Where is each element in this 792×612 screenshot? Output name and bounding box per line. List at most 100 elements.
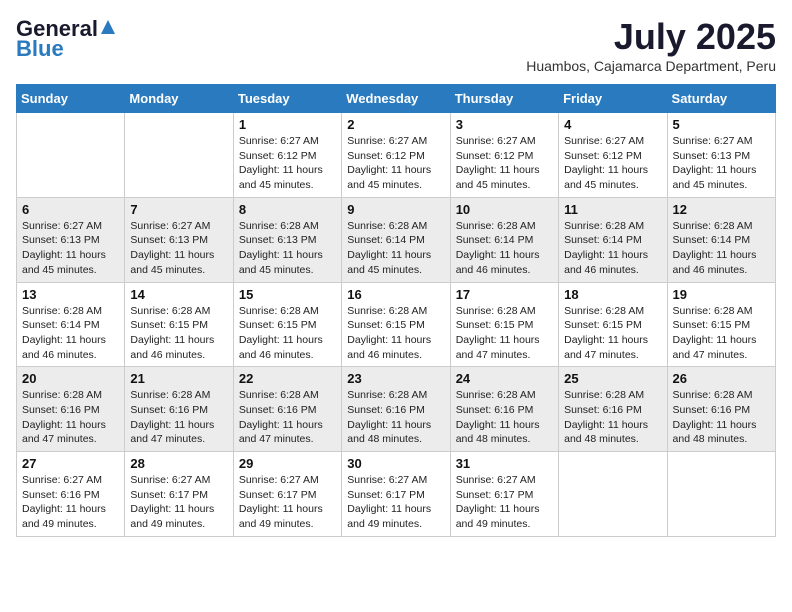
day-number: 12 [673, 202, 770, 217]
table-row [559, 452, 667, 537]
table-row: 9 Sunrise: 6:28 AM Sunset: 6:14 PM Daylig… [342, 197, 450, 282]
title-area: July 2025 Huambos, Cajamarca Department,… [526, 16, 776, 74]
day-info: Sunrise: 6:27 AM Sunset: 6:13 PM Dayligh… [673, 134, 770, 193]
col-monday: Monday [125, 85, 233, 113]
day-info: Sunrise: 6:27 AM Sunset: 6:13 PM Dayligh… [22, 219, 119, 278]
day-number: 3 [456, 117, 553, 132]
day-info: Sunrise: 6:27 AM Sunset: 6:13 PM Dayligh… [130, 219, 227, 278]
table-row: 24 Sunrise: 6:28 AM Sunset: 6:16 PM Dayli… [450, 367, 558, 452]
day-number: 13 [22, 287, 119, 302]
col-saturday: Saturday [667, 85, 775, 113]
table-row: 30 Sunrise: 6:27 AM Sunset: 6:17 PM Dayli… [342, 452, 450, 537]
table-row: 5 Sunrise: 6:27 AM Sunset: 6:13 PM Daylig… [667, 113, 775, 198]
day-number: 10 [456, 202, 553, 217]
day-info: Sunrise: 6:28 AM Sunset: 6:14 PM Dayligh… [22, 304, 119, 363]
day-number: 9 [347, 202, 444, 217]
day-number: 16 [347, 287, 444, 302]
table-row [125, 113, 233, 198]
table-row: 26 Sunrise: 6:28 AM Sunset: 6:16 PM Dayli… [667, 367, 775, 452]
day-info: Sunrise: 6:28 AM Sunset: 6:16 PM Dayligh… [22, 388, 119, 447]
calendar-header-row: Sunday Monday Tuesday Wednesday Thursday… [17, 85, 776, 113]
table-row: 10Sunrise: 6:28 AM Sunset: 6:14 PM Dayli… [450, 197, 558, 282]
day-number: 1 [239, 117, 336, 132]
col-tuesday: Tuesday [233, 85, 341, 113]
day-info: Sunrise: 6:28 AM Sunset: 6:16 PM Dayligh… [130, 388, 227, 447]
day-number: 31 [456, 456, 553, 471]
day-number: 11 [564, 202, 661, 217]
day-info: Sunrise: 6:28 AM Sunset: 6:16 PM Dayligh… [239, 388, 336, 447]
table-row: 14 Sunrise: 6:28 AM Sunset: 6:15 PM Dayli… [125, 282, 233, 367]
day-info: Sunrise: 6:28 AM Sunset: 6:15 PM Dayligh… [673, 304, 770, 363]
day-info: Sunrise: 6:28 AM Sunset: 6:15 PM Dayligh… [130, 304, 227, 363]
day-info: Sunrise: 6:27 AM Sunset: 6:17 PM Dayligh… [239, 473, 336, 532]
table-row: 16 Sunrise: 6:28 AM Sunset: 6:15 PM Dayli… [342, 282, 450, 367]
day-info: Sunrise: 6:28 AM Sunset: 6:16 PM Dayligh… [564, 388, 661, 447]
day-info: Sunrise: 6:28 AM Sunset: 6:13 PM Dayligh… [239, 219, 336, 278]
day-number: 28 [130, 456, 227, 471]
day-number: 22 [239, 371, 336, 386]
col-thursday: Thursday [450, 85, 558, 113]
day-number: 21 [130, 371, 227, 386]
day-number: 19 [673, 287, 770, 302]
table-row: 1 Sunrise: 6:27 AM Sunset: 6:12 PM Daylig… [233, 113, 341, 198]
subtitle: Huambos, Cajamarca Department, Peru [526, 58, 776, 74]
day-number: 7 [130, 202, 227, 217]
day-info: Sunrise: 6:28 AM Sunset: 6:15 PM Dayligh… [347, 304, 444, 363]
col-wednesday: Wednesday [342, 85, 450, 113]
page-header: General Blue July 2025 Huambos, Cajamarc… [16, 16, 776, 74]
col-friday: Friday [559, 85, 667, 113]
table-row: 11 Sunrise: 6:28 AM Sunset: 6:14 PM Dayli… [559, 197, 667, 282]
day-info: Sunrise: 6:27 AM Sunset: 6:16 PM Dayligh… [22, 473, 119, 532]
day-info: Sunrise: 6:28 AM Sunset: 6:14 PM Dayligh… [347, 219, 444, 278]
day-number: 24 [456, 371, 553, 386]
table-row: 13 Sunrise: 6:28 AM Sunset: 6:14 PM Dayli… [17, 282, 125, 367]
day-number: 23 [347, 371, 444, 386]
day-info: Sunrise: 6:28 AM Sunset: 6:14 PM Dayligh… [564, 219, 661, 278]
day-number: 20 [22, 371, 119, 386]
table-row: 3 Sunrise: 6:27 AM Sunset: 6:12 PM Daylig… [450, 113, 558, 198]
day-info: Sunrise: 6:27 AM Sunset: 6:17 PM Dayligh… [347, 473, 444, 532]
col-sunday: Sunday [17, 85, 125, 113]
day-number: 4 [564, 117, 661, 132]
table-row: 2Sunrise: 6:27 AM Sunset: 6:12 PM Daylig… [342, 113, 450, 198]
day-number: 5 [673, 117, 770, 132]
day-number: 29 [239, 456, 336, 471]
table-row: 17 Sunrise: 6:28 AM Sunset: 6:15 PM Dayli… [450, 282, 558, 367]
table-row [17, 113, 125, 198]
day-info: Sunrise: 6:28 AM Sunset: 6:16 PM Dayligh… [456, 388, 553, 447]
table-row: 4 Sunrise: 6:27 AM Sunset: 6:12 PM Daylig… [559, 113, 667, 198]
day-number: 25 [564, 371, 661, 386]
day-number: 30 [347, 456, 444, 471]
table-row: 23 Sunrise: 6:28 AM Sunset: 6:16 PM Dayli… [342, 367, 450, 452]
logo: General Blue [16, 16, 117, 62]
day-number: 14 [130, 287, 227, 302]
table-row [667, 452, 775, 537]
day-number: 27 [22, 456, 119, 471]
day-info: Sunrise: 6:27 AM Sunset: 6:12 PM Dayligh… [564, 134, 661, 193]
table-row: 27 Sunrise: 6:27 AM Sunset: 6:16 PM Dayli… [17, 452, 125, 537]
month-title: July 2025 [526, 16, 776, 58]
day-info: Sunrise: 6:28 AM Sunset: 6:15 PM Dayligh… [564, 304, 661, 363]
day-info: Sunrise: 6:27 AM Sunset: 6:12 PM Dayligh… [456, 134, 553, 193]
table-row: 29 Sunrise: 6:27 AM Sunset: 6:17 PM Dayli… [233, 452, 341, 537]
day-info: Sunrise: 6:28 AM Sunset: 6:15 PM Dayligh… [456, 304, 553, 363]
day-info: Sunrise: 6:28 AM Sunset: 6:16 PM Dayligh… [673, 388, 770, 447]
day-info: Sunrise: 6:28 AM Sunset: 6:16 PM Dayligh… [347, 388, 444, 447]
day-number: 26 [673, 371, 770, 386]
day-info: Sunrise: 6:27 AM Sunset: 6:12 PM Dayligh… [239, 134, 336, 193]
day-number: 8 [239, 202, 336, 217]
day-number: 18 [564, 287, 661, 302]
day-number: 15 [239, 287, 336, 302]
day-info: Sunrise: 6:27 AM Sunset: 6:17 PM Dayligh… [456, 473, 553, 532]
table-row: 19 Sunrise: 6:28 AM Sunset: 6:15 PM Dayli… [667, 282, 775, 367]
logo-blue: Blue [16, 36, 64, 62]
table-row: 6Sunrise: 6:27 AM Sunset: 6:13 PM Daylig… [17, 197, 125, 282]
table-row: 12Sunrise: 6:28 AM Sunset: 6:14 PM Dayli… [667, 197, 775, 282]
table-row: 28Sunrise: 6:27 AM Sunset: 6:17 PM Dayli… [125, 452, 233, 537]
table-row: 21 Sunrise: 6:28 AM Sunset: 6:16 PM Dayli… [125, 367, 233, 452]
table-row: 20 Sunrise: 6:28 AM Sunset: 6:16 PM Dayli… [17, 367, 125, 452]
logo-triangle-icon [99, 18, 117, 36]
day-info: Sunrise: 6:28 AM Sunset: 6:15 PM Dayligh… [239, 304, 336, 363]
table-row: 7 Sunrise: 6:27 AM Sunset: 6:13 PM Daylig… [125, 197, 233, 282]
day-number: 17 [456, 287, 553, 302]
